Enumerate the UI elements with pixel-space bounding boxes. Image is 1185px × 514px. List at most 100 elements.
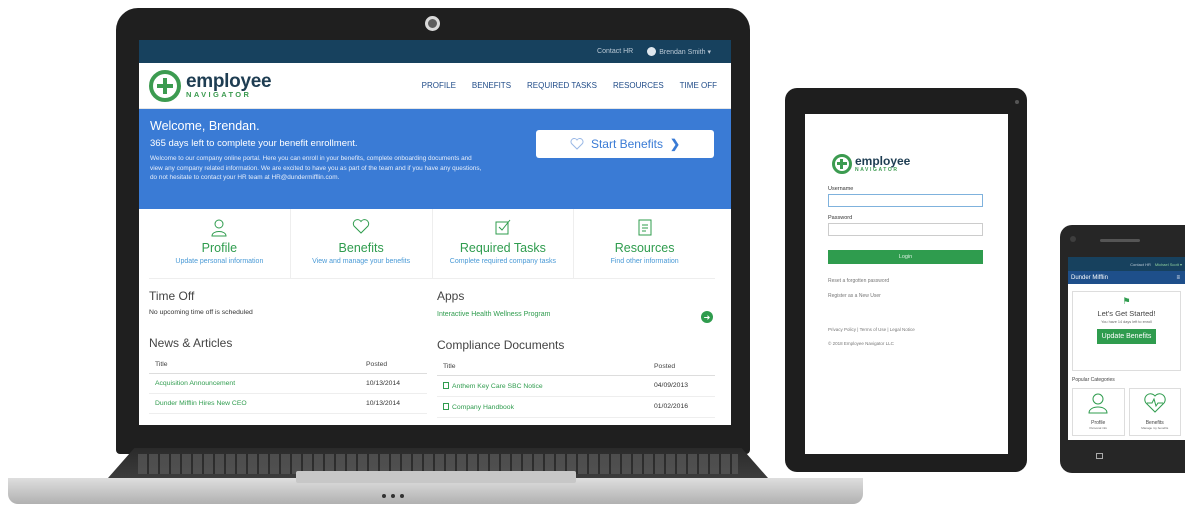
document-title[interactable]: Company Handbook [452, 404, 514, 411]
nav-resources[interactable]: RESOURCES [613, 81, 664, 90]
base-dots [382, 494, 404, 498]
phone-screen: Contact HR Michael Scott ▾ Dunder Miffli… [1068, 257, 1185, 440]
phone-speaker [1100, 239, 1140, 242]
username-input[interactable] [828, 194, 983, 207]
tile-required-tasks[interactable]: Required Tasks Complete required company… [433, 209, 575, 278]
tile-title: Resources [614, 241, 675, 255]
quick-tiles: Profile Update personal information Bene… [149, 209, 715, 279]
apps-heading: Apps [437, 289, 465, 303]
col-posted: Posted [654, 363, 676, 370]
checklist-icon [495, 219, 511, 235]
company-name: Dunder Mifflin [1071, 274, 1108, 281]
news-date: 10/13/2014 [366, 380, 401, 387]
news-section: News & Articles Title Posted Acquisition… [149, 336, 427, 414]
copyright: © 2018 Employee Navigator LLC [828, 341, 894, 346]
laptop-base [8, 448, 863, 506]
password-label: Password [828, 215, 853, 221]
document-date: 01/02/2016 [654, 403, 689, 410]
heart-icon [570, 138, 584, 150]
logo[interactable]: employee NAVIGATOR [149, 69, 272, 102]
table-row[interactable]: Acquisition Announcement 10/13/2014 [149, 374, 427, 394]
heartbeat-icon [1144, 393, 1166, 413]
category-desc: Personal info [1089, 426, 1107, 430]
home-button-icon[interactable] [1096, 453, 1103, 459]
wellness-app-link[interactable]: Interactive Health Wellness Program [437, 311, 715, 318]
arrow-right-icon[interactable]: ➜ [701, 311, 713, 323]
tile-subtitle: Update personal information [175, 258, 264, 265]
card-title: Let's Get Started! [1097, 309, 1156, 318]
phone-user-menu[interactable]: Michael Scott ▾ [1155, 262, 1182, 267]
user-avatar-icon [647, 47, 657, 56]
register-link[interactable]: Register as a New User [828, 293, 994, 299]
logo-icon [149, 69, 181, 102]
compliance-heading: Compliance Documents [437, 338, 565, 352]
category-desc: Manage my benefits [1141, 426, 1169, 430]
logo-line1: employee [855, 153, 911, 168]
welcome-message: Welcome to our company online portal. He… [150, 155, 482, 182]
tile-benefits[interactable]: Benefits View and manage your benefits [291, 209, 433, 278]
logo-line1: employee [186, 70, 272, 92]
document-icon [638, 219, 652, 236]
welcome-banner: Welcome, Brendan. 365 days left to compl… [139, 109, 731, 209]
heart-icon [353, 219, 370, 234]
news-heading: News & Articles [149, 336, 233, 350]
table-row[interactable]: Anthem Key Care SBC Notice 04/09/2013 [437, 376, 715, 397]
phone-header: Dunder Mifflin ≡ [1068, 271, 1185, 284]
top-utility-bar: Contact HR Brendan Smith ▾ [139, 40, 731, 63]
time-off-text: No upcoming time off is scheduled [149, 309, 253, 316]
table-row[interactable]: Dunder Mifflin Hires New CEO 10/13/2014 [149, 394, 427, 414]
reset-password-link[interactable]: Reset a forgotten password [828, 278, 994, 284]
phone-top-bar: Contact HR Michael Scott ▾ [1068, 257, 1185, 271]
menu-icon[interactable]: ≡ [1176, 275, 1180, 281]
chevron-right-icon: ❯ [669, 137, 681, 151]
nav-time-off[interactable]: TIME OFF [680, 81, 717, 90]
tile-profile[interactable]: Profile Update personal information [149, 209, 291, 278]
nav-profile[interactable]: PROFILE [422, 81, 456, 90]
tile-resources[interactable]: Resources Find other information [574, 209, 715, 278]
tile-subtitle: Complete required company tasks [449, 258, 556, 265]
tile-subtitle: View and manage your benefits [312, 258, 411, 265]
login-button[interactable]: Login [828, 250, 983, 264]
category-benefits[interactable]: Benefits Manage my benefits [1128, 388, 1181, 436]
document-title[interactable]: Anthem Key Care SBC Notice [452, 383, 543, 390]
password-input[interactable] [828, 223, 983, 236]
trackpad [296, 471, 576, 483]
category-list: Profile Personal info Benefits Manage my… [1072, 388, 1181, 436]
tile-title: Required Tasks [459, 241, 546, 255]
user-icon [1088, 393, 1108, 414]
tile-subtitle: Find other information [610, 258, 679, 265]
tablet-screen: employee NAVIGATOR Username Password Log… [805, 114, 1008, 454]
tablet-camera [1015, 100, 1019, 104]
col-title: Title [155, 361, 168, 368]
news-date: 10/13/2014 [366, 400, 401, 407]
contact-hr-link[interactable]: Contact HR [597, 48, 633, 55]
nav-menu: PROFILE BENEFITS REQUIRED TASKS RESOURCE… [422, 81, 717, 90]
logo-icon [832, 154, 852, 174]
tablet-footer-links[interactable]: Privacy Policy | Terms of Use | Legal No… [828, 327, 994, 332]
user-name: Brendan Smith ▾ [659, 48, 711, 56]
nav-required-tasks[interactable]: REQUIRED TASKS [527, 81, 597, 90]
popular-categories-heading: Popular Categories [1072, 377, 1115, 383]
col-title: Title [443, 363, 456, 370]
news-title[interactable]: Acquisition Announcement [155, 380, 235, 387]
card-subtitle: You have 14 days left to enroll [1101, 320, 1152, 324]
category-profile[interactable]: Profile Personal info [1072, 388, 1125, 436]
main-navbar: employee NAVIGATOR PROFILE BENEFITS REQU… [139, 63, 731, 109]
time-off-heading: Time Off [149, 289, 195, 303]
laptop-screen: Contact HR Brendan Smith ▾ employee NAVI… [139, 40, 731, 425]
news-table-header: Title Posted [149, 356, 427, 374]
update-benefits-button[interactable]: Update Benefits [1096, 329, 1157, 344]
tile-title: Benefits [338, 241, 384, 255]
nav-benefits[interactable]: BENEFITS [472, 81, 511, 90]
news-title[interactable]: Dunder Mifflin Hires New CEO [155, 400, 247, 407]
table-row[interactable]: Company Handbook 01/02/2016 [437, 397, 715, 418]
user-menu[interactable]: Brendan Smith ▾ [647, 47, 711, 56]
col-posted: Posted [366, 361, 388, 368]
start-benefits-button[interactable]: Start Benefits ❯ [536, 130, 714, 158]
laptop-camera [425, 16, 440, 31]
dashboard-sections: Time Off No upcoming time off is schedul… [139, 279, 731, 418]
left-column: Time Off No upcoming time off is schedul… [149, 289, 427, 418]
tablet-logo: employee NAVIGATOR [832, 154, 994, 174]
compliance-table-header: Title Posted [437, 358, 715, 376]
phone-contact-hr[interactable]: Contact HR [1130, 262, 1151, 267]
